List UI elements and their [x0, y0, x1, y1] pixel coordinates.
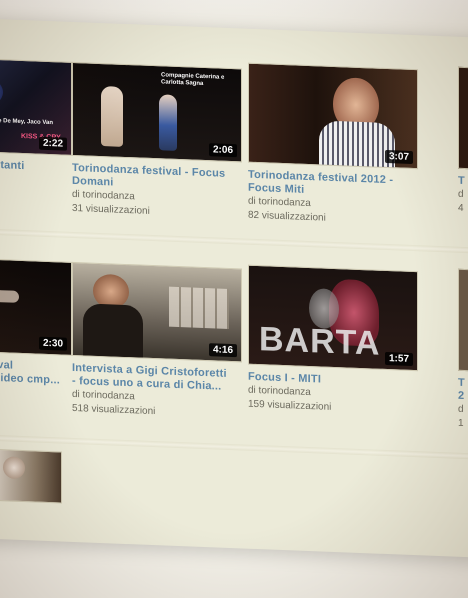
view-count: 4 [458, 202, 464, 214]
video-card-9[interactable] [0, 449, 68, 504]
video-card-1[interactable]: Michele Anne De Mey, Jaco Van Dormael KI… [0, 55, 72, 175]
duration-badge: 2:30 [38, 336, 67, 351]
video-thumbnail[interactable]: 3:07 [248, 62, 418, 170]
view-count: 1 [458, 417, 464, 429]
video-thumbnail[interactable]: BARTA 1:57 [248, 264, 418, 372]
video-card-6[interactable]: 4:16 Intervista a Gigi Cristoforetti - f… [72, 261, 242, 423]
duration-badge: 2:22 [38, 136, 67, 151]
video-thumbnail[interactable] [0, 449, 62, 504]
video-card-4[interactable]: T d 4 [458, 66, 468, 218]
video-title-line[interactable]: stanti [0, 159, 72, 175]
video-thumbnail[interactable]: 2:30 [0, 255, 72, 356]
duration-badge: 1:57 [384, 351, 413, 367]
row-divider [0, 228, 468, 255]
video-thumbnail[interactable]: Compagnie Caterina e Carlotta Sagna 2:06 [72, 61, 242, 163]
thumbnail-overlay-text: BARTA [259, 320, 381, 363]
video-card-5[interactable]: 2:30 ival video cmp... [0, 255, 72, 388]
duration-badge: 3:07 [384, 149, 413, 165]
video-thumbnail[interactable]: 4:16 [72, 261, 242, 363]
duration-badge: 2:06 [208, 143, 237, 158]
row-divider [0, 434, 468, 461]
video-card-7[interactable]: BARTA 1:57 Focus I - MITI di torinodanza… [248, 264, 418, 419]
thumbnail-caption: Michele Anne De Mey, Jaco Van Dormael [0, 117, 54, 127]
video-title[interactable]: ival video cmp... [0, 355, 72, 388]
video-title[interactable]: T 2 [458, 377, 468, 405]
thumbnail-caption: Compagnie Caterina e Carlotta Sagna [161, 72, 225, 87]
video-card-2[interactable]: Compagnie Caterina e Carlotta Sagna 2:06… [72, 61, 242, 223]
video-thumbnail[interactable]: Michele Anne De Mey, Jaco Van Dormael KI… [0, 55, 72, 156]
video-thumbnail[interactable] [458, 268, 468, 372]
video-card-3[interactable]: 3:07 Torinodanza festival 2012 - Focus M… [248, 62, 418, 230]
video-title[interactable]: stanti [0, 155, 72, 175]
duration-badge: 4:16 [208, 343, 237, 358]
video-title-line[interactable]: video cmp... [0, 372, 72, 388]
video-card-8[interactable]: T 2 d 1 [458, 268, 468, 433]
video-thumbnail[interactable] [458, 66, 468, 170]
video-grid-panel: Michele Anne De Mey, Jaco Van Dormael KI… [0, 18, 468, 559]
